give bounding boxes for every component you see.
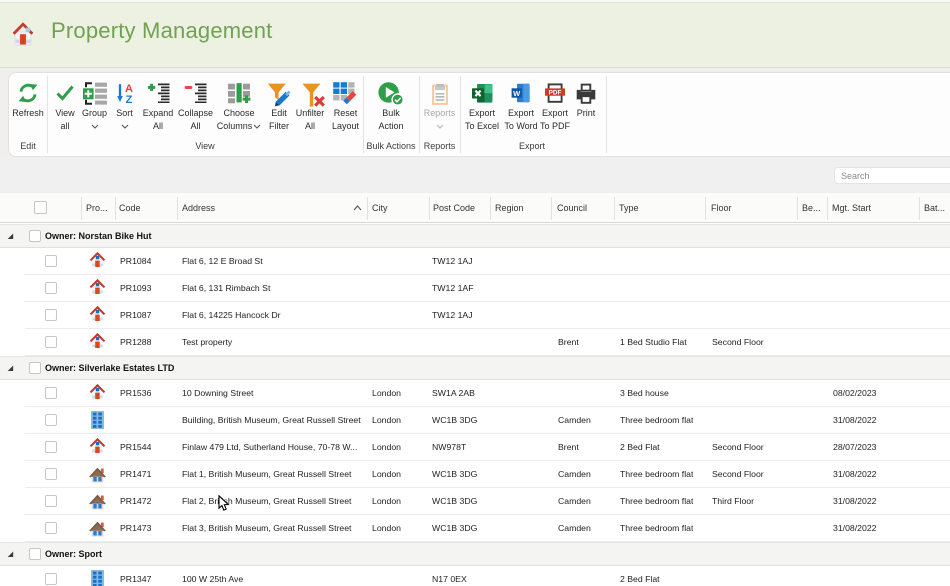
svg-text:PDF: PDF	[549, 89, 562, 96]
svg-text:Z: Z	[125, 94, 132, 103]
svg-text:W: W	[513, 89, 521, 98]
